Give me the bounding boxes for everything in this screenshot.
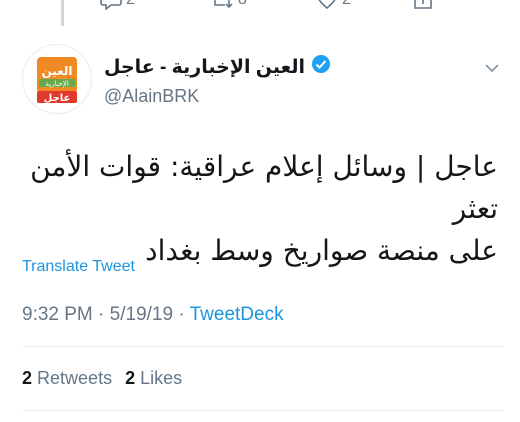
- share-action[interactable]: [412, 0, 434, 10]
- svg-text:عاجل: عاجل: [44, 93, 71, 104]
- svg-text:العين: العين: [41, 64, 72, 78]
- like-count: 2: [342, 0, 351, 9]
- verified-badge-icon: [311, 54, 331, 80]
- svg-text:الإخبارية: الإخبارية: [45, 80, 69, 88]
- retweets-count: 2: [22, 368, 33, 388]
- alain-logo-image: العين الإخبارية عاجل: [37, 57, 77, 104]
- tweet-time[interactable]: 9:32 PM: [22, 304, 93, 325]
- retweets-label: Retweets: [37, 368, 113, 388]
- likes-stat[interactable]: 2 Likes: [125, 368, 182, 388]
- handle[interactable]: @AlainBRK: [104, 86, 331, 107]
- tweet-detail-view: 2 8 2 العين الإخبارية: [0, 0, 520, 422]
- retweet-icon: [210, 0, 234, 10]
- avatar[interactable]: العين الإخبارية عاجل: [22, 44, 92, 114]
- tweet-metadata: 9:32 PM · 5/19/19 · TweetDeck: [22, 304, 284, 326]
- tweet-source-link[interactable]: TweetDeck: [190, 304, 284, 325]
- display-name-row[interactable]: العين الإخبارية - عاجل: [104, 54, 331, 80]
- more-options-button[interactable]: [484, 60, 500, 78]
- previous-tweet-actions: 2 8 2: [100, 0, 460, 10]
- engagement-stats: 2 Retweets 2 Likes: [22, 368, 182, 389]
- retweet-count: 8: [238, 0, 247, 9]
- reply-action[interactable]: 2: [100, 0, 135, 10]
- tweet-header: العين الإخبارية عاجل العين الإخبارية - ع…: [22, 44, 504, 114]
- share-icon: [412, 0, 434, 10]
- divider: [22, 346, 504, 347]
- likes-count: 2: [125, 368, 136, 388]
- thread-connector-line: [61, 0, 64, 26]
- heart-icon: [316, 0, 338, 10]
- tweet-date[interactable]: 5/19/19: [110, 304, 173, 325]
- reply-count: 2: [126, 0, 135, 9]
- translate-tweet-link[interactable]: Translate Tweet: [22, 258, 135, 276]
- like-action[interactable]: 2: [316, 0, 351, 10]
- likes-label: Likes: [140, 368, 183, 388]
- meta-separator-dot: ·: [178, 304, 185, 325]
- tweet-text-line-1: عاجل | وسائل إعلام عراقية: قوات الأمن تع…: [30, 150, 498, 225]
- display-name: العين الإخبارية - عاجل: [104, 56, 305, 78]
- divider: [22, 410, 504, 411]
- retweets-stat[interactable]: 2 Retweets: [22, 368, 112, 388]
- tweet-text: عاجل | وسائل إعلام عراقية: قوات الأمن تع…: [22, 146, 498, 272]
- retweet-action[interactable]: 8: [210, 0, 247, 10]
- meta-separator: ·: [98, 304, 110, 325]
- chevron-down-icon: [484, 60, 500, 77]
- reply-icon: [100, 0, 122, 10]
- author-names: العين الإخبارية - عاجل @AlainBRK: [104, 54, 331, 107]
